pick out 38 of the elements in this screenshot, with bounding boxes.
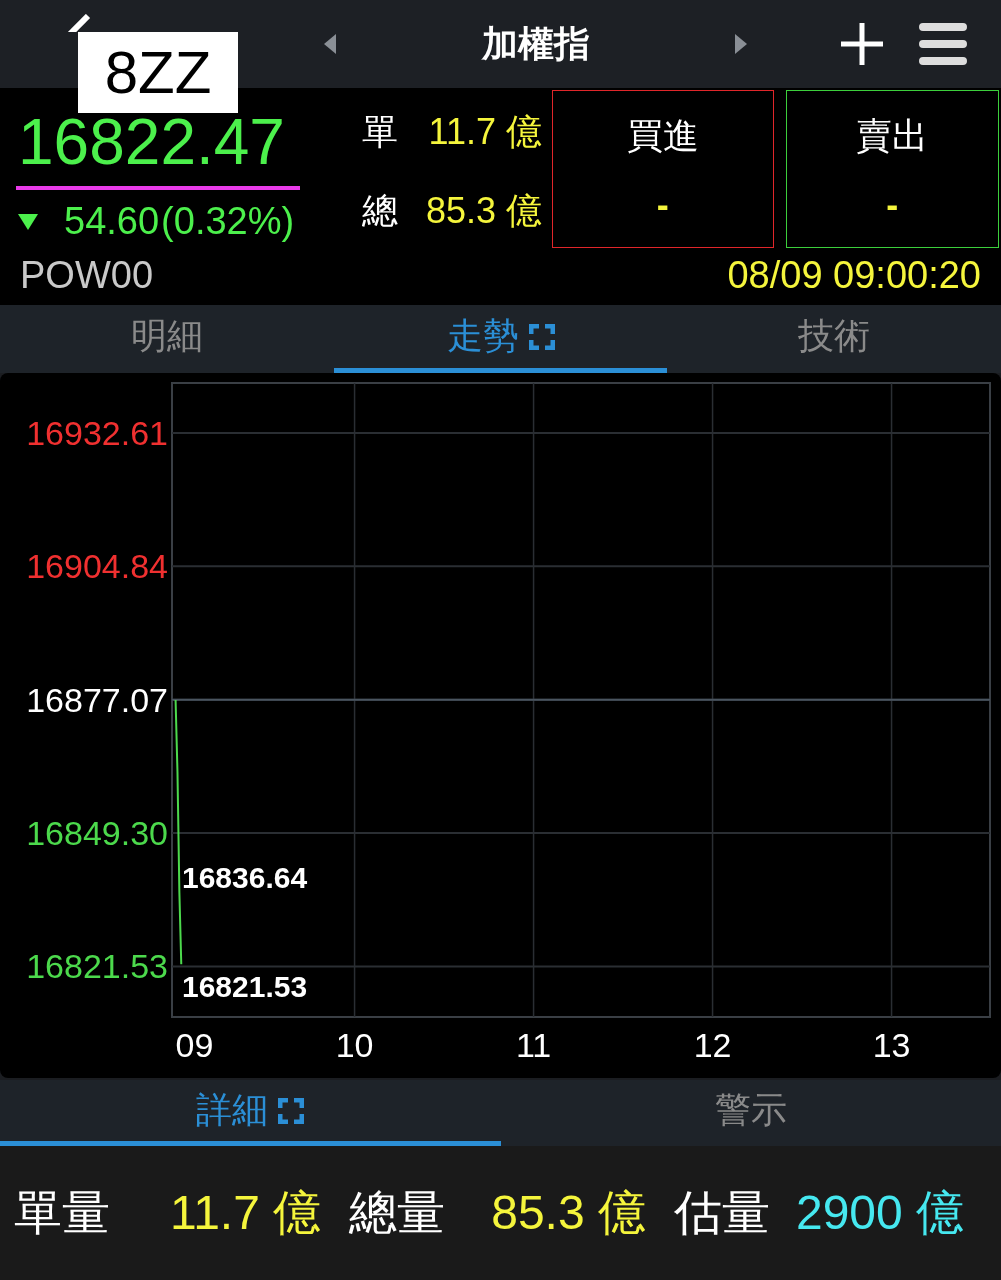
value-annotation: 16821.53 — [182, 970, 308, 1003]
order-button[interactable]: 買進 - — [552, 90, 774, 248]
page-title: 加權指 — [480, 21, 591, 66]
x-axis-label: 11 — [515, 1026, 552, 1064]
y-axis-label: 16821.53 — [26, 947, 168, 986]
volume-label: 總量 — [349, 1185, 446, 1241]
x-axis-label: 09 — [175, 1026, 214, 1064]
x-axis-label: 12 — [693, 1026, 732, 1064]
volume-value: 11.7 億 — [170, 1185, 322, 1241]
down-triangle-icon — [18, 213, 38, 230]
y-axis-label: 16932.61 — [26, 413, 168, 452]
timestamp: 08/09 09:00:20 — [726, 253, 982, 298]
stat-label: 總 — [361, 189, 399, 233]
volume-label: 估量 — [673, 1185, 770, 1241]
price-change: 54.60 — [64, 200, 160, 243]
x-axis-label: 10 — [335, 1026, 374, 1064]
y-axis-label: 16904.84 — [26, 547, 168, 586]
add-icon[interactable] — [839, 21, 885, 67]
y-axis-label: 16849.30 — [26, 814, 168, 853]
symbol-code: POW00 — [19, 253, 155, 298]
volume-value: 2900 億 — [795, 1185, 965, 1241]
tab[interactable]: 明細 — [0, 305, 334, 373]
menu-icon[interactable] — [919, 21, 967, 67]
tab[interactable]: 技術 — [667, 305, 1001, 373]
next-icon[interactable] — [733, 33, 749, 55]
value-annotation: 16836.64 — [182, 861, 308, 894]
stat-value: 11.7 億 — [427, 110, 543, 154]
volume-label: 單量 — [14, 1185, 110, 1241]
tab[interactable]: 警示 — [500, 1080, 1001, 1146]
stat-label: 單 — [361, 110, 399, 154]
previous-icon[interactable] — [322, 33, 338, 55]
stat-value: 85.3 億 — [424, 189, 543, 233]
overlay-label: 8ZZ — [78, 32, 238, 113]
change-percent: (0.32%) — [161, 200, 295, 243]
y-axis-label: 16877.07 — [26, 680, 168, 719]
volume-value: 85.3 億 — [491, 1185, 646, 1241]
order-button[interactable]: 賣出 - — [785, 90, 999, 248]
x-axis-label: 13 — [872, 1026, 911, 1064]
